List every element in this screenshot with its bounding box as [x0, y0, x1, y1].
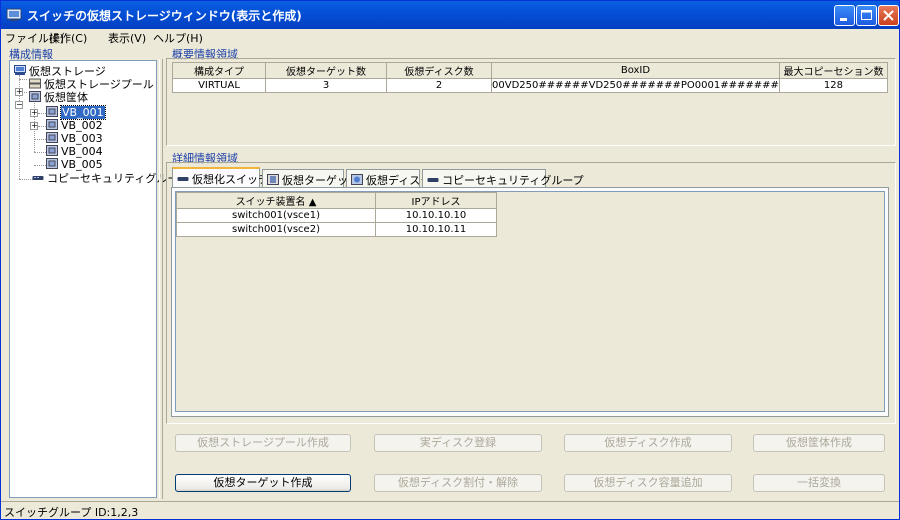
- left-panel: 構成情報 仮想ストレージ + 仮想ストレージプール − 仮想筐体 + VB_00…: [5, 45, 189, 499]
- table-cell: 2: [386, 78, 492, 93]
- column-switch-name[interactable]: スイッチ装置名 ▲: [176, 192, 376, 209]
- tree-label: VB_001: [60, 105, 106, 120]
- tree-node-vb-005[interactable]: VB_005: [46, 158, 103, 171]
- table-cell: 128: [778, 78, 889, 93]
- summary-col-type: 構成タイプ: [172, 62, 266, 79]
- column-ip-address[interactable]: IPアドレス: [375, 192, 497, 209]
- tab-label: コピーセキュリティグループ: [442, 174, 584, 187]
- status-bar: スイッチグループ ID:1,2,3: [1, 501, 899, 520]
- tab-panel: スイッチ装置名 ▲ IPアドレス switch001(vsce1) 10.10.…: [171, 187, 889, 417]
- enclosure-icon: [29, 91, 41, 102]
- main-window: スイッチの仮想ストレージウィンドウ(表示と作成) ファイル(F) 操作(C) 表…: [0, 0, 900, 520]
- app-icon: [6, 8, 22, 21]
- minimize-icon: [840, 18, 847, 21]
- tree-label: 仮想ストレージ: [29, 65, 106, 78]
- table-row[interactable]: switch001(vsce2) 10.10.10.11: [176, 222, 497, 237]
- switch-icon: [177, 177, 189, 181]
- menu-operation[interactable]: 操作(C): [49, 30, 87, 46]
- expand-toggle[interactable]: +: [30, 109, 38, 117]
- summary-table: 構成タイプ 仮想ターゲット数 仮想ディスク数 BoxID 最大コピーセション数 …: [172, 62, 889, 93]
- menu-help[interactable]: ヘルプ(H): [153, 30, 203, 46]
- create-pool-button[interactable]: 仮想ストレージプール作成: [175, 434, 351, 452]
- switch-icon: [427, 178, 439, 182]
- vb-icon: [46, 106, 58, 117]
- pool-icon: [29, 78, 41, 89]
- summary-area: 構成タイプ 仮想ターゲット数 仮想ディスク数 BoxID 最大コピーセション数 …: [166, 58, 896, 146]
- tree-label: VB_003: [61, 132, 103, 145]
- minimize-button[interactable]: [834, 5, 855, 26]
- target-icon: [267, 174, 279, 185]
- status-text: スイッチグループ ID:1,2,3: [4, 506, 139, 519]
- expand-toggle[interactable]: +: [30, 122, 38, 130]
- tree-label: VB_002: [61, 119, 103, 132]
- tree-node-vb-003[interactable]: VB_003: [46, 132, 103, 145]
- menu-bar: ファイル(F) 操作(C) 表示(V) ヘルプ(H): [1, 29, 899, 45]
- tree-label: 仮想ストレージプール: [44, 78, 154, 91]
- tree-node-virtual-storage[interactable]: 仮想ストレージ: [14, 65, 106, 78]
- register-disk-button[interactable]: 実ディスク登録: [374, 434, 542, 452]
- expand-toggle[interactable]: +: [15, 88, 23, 96]
- storage-icon: [14, 65, 26, 75]
- create-enclosure-button[interactable]: 仮想筐体作成: [753, 434, 885, 452]
- switch-table: スイッチ装置名 ▲ IPアドレス switch001(vsce1) 10.10.…: [176, 192, 497, 237]
- splitter[interactable]: [159, 59, 163, 499]
- tree-node-vb-002[interactable]: VB_002: [46, 119, 103, 132]
- switch-list: スイッチ装置名 ▲ IPアドレス switch001(vsce1) 10.10.…: [175, 191, 885, 412]
- close-button[interactable]: [878, 5, 899, 26]
- title-bar[interactable]: スイッチの仮想ストレージウィンドウ(表示と作成): [1, 1, 899, 29]
- summary-col-disks: 仮想ディスク数: [386, 62, 492, 79]
- tree-label: VB_004: [61, 145, 103, 158]
- maximize-button[interactable]: [856, 5, 877, 26]
- summary-col-targets: 仮想ターゲット数: [265, 62, 387, 79]
- table-row[interactable]: switch001(vsce1) 10.10.10.10: [176, 208, 497, 223]
- window-title: スイッチの仮想ストレージウィンドウ(表示と作成): [27, 9, 302, 23]
- bulk-convert-button[interactable]: 一括変換: [753, 474, 885, 492]
- tree-label: VB_005: [61, 158, 103, 171]
- tab-virtual-switch[interactable]: 仮想化スイッチ: [172, 167, 269, 187]
- table-cell: switch001(vsce1): [176, 208, 376, 223]
- tree-node-enclosure[interactable]: 仮想筐体: [29, 91, 88, 104]
- tab-copy-security[interactable]: コピーセキュリティグループ: [422, 169, 584, 187]
- vb-icon: [46, 158, 58, 169]
- summary-col-max-copy: 最大コピーセション数: [778, 62, 889, 79]
- disk-icon: [351, 174, 363, 185]
- menu-view[interactable]: 表示(V): [108, 30, 146, 46]
- create-vdisk-button[interactable]: 仮想ディスク作成: [564, 434, 732, 452]
- table-cell: VIRTUAL: [172, 78, 266, 93]
- table-cell: 3: [265, 78, 387, 93]
- table-cell: 10.10.10.11: [375, 222, 497, 237]
- vb-icon: [46, 132, 58, 143]
- close-icon: [883, 10, 894, 21]
- summary-col-boxid: BoxID: [491, 62, 780, 79]
- table-cell: switch001(vsce2): [176, 222, 376, 237]
- switch-icon: [32, 176, 44, 180]
- vb-icon: [46, 145, 58, 156]
- detail-tabs: 仮想化スイッチ 仮想ターゲット 仮想ディスク コピーセキュリティグループ: [172, 167, 892, 189]
- tree-label: 仮想筐体: [44, 91, 88, 104]
- vb-icon: [46, 119, 58, 130]
- config-tree[interactable]: 仮想ストレージ + 仮想ストレージプール − 仮想筐体 + VB_001 + V…: [9, 60, 189, 498]
- tree-node-pool[interactable]: 仮想ストレージプール: [29, 78, 154, 91]
- tab-label: 仮想化スイッチ: [192, 173, 269, 186]
- tab-virtual-disk[interactable]: 仮想ディスク: [346, 169, 431, 187]
- tree-node-vb-004[interactable]: VB_004: [46, 145, 103, 158]
- table-cell: 10.10.10.10: [375, 208, 497, 223]
- expand-disk-button[interactable]: 仮想ディスク容量追加: [564, 474, 732, 492]
- maximize-icon: [861, 10, 872, 20]
- table-row[interactable]: VIRTUAL 3 2 00VD250######VD250#######PO0…: [172, 78, 889, 93]
- tree-node-vb-001[interactable]: VB_001: [46, 105, 106, 120]
- table-cell: 00VD250######VD250#######PO0001#######: [491, 78, 780, 93]
- create-target-button[interactable]: 仮想ターゲット作成: [175, 474, 351, 492]
- tab-virtual-target[interactable]: 仮想ターゲット: [262, 169, 359, 187]
- assign-disk-button[interactable]: 仮想ディスク割付・解除: [374, 474, 542, 492]
- collapse-toggle[interactable]: −: [15, 101, 23, 109]
